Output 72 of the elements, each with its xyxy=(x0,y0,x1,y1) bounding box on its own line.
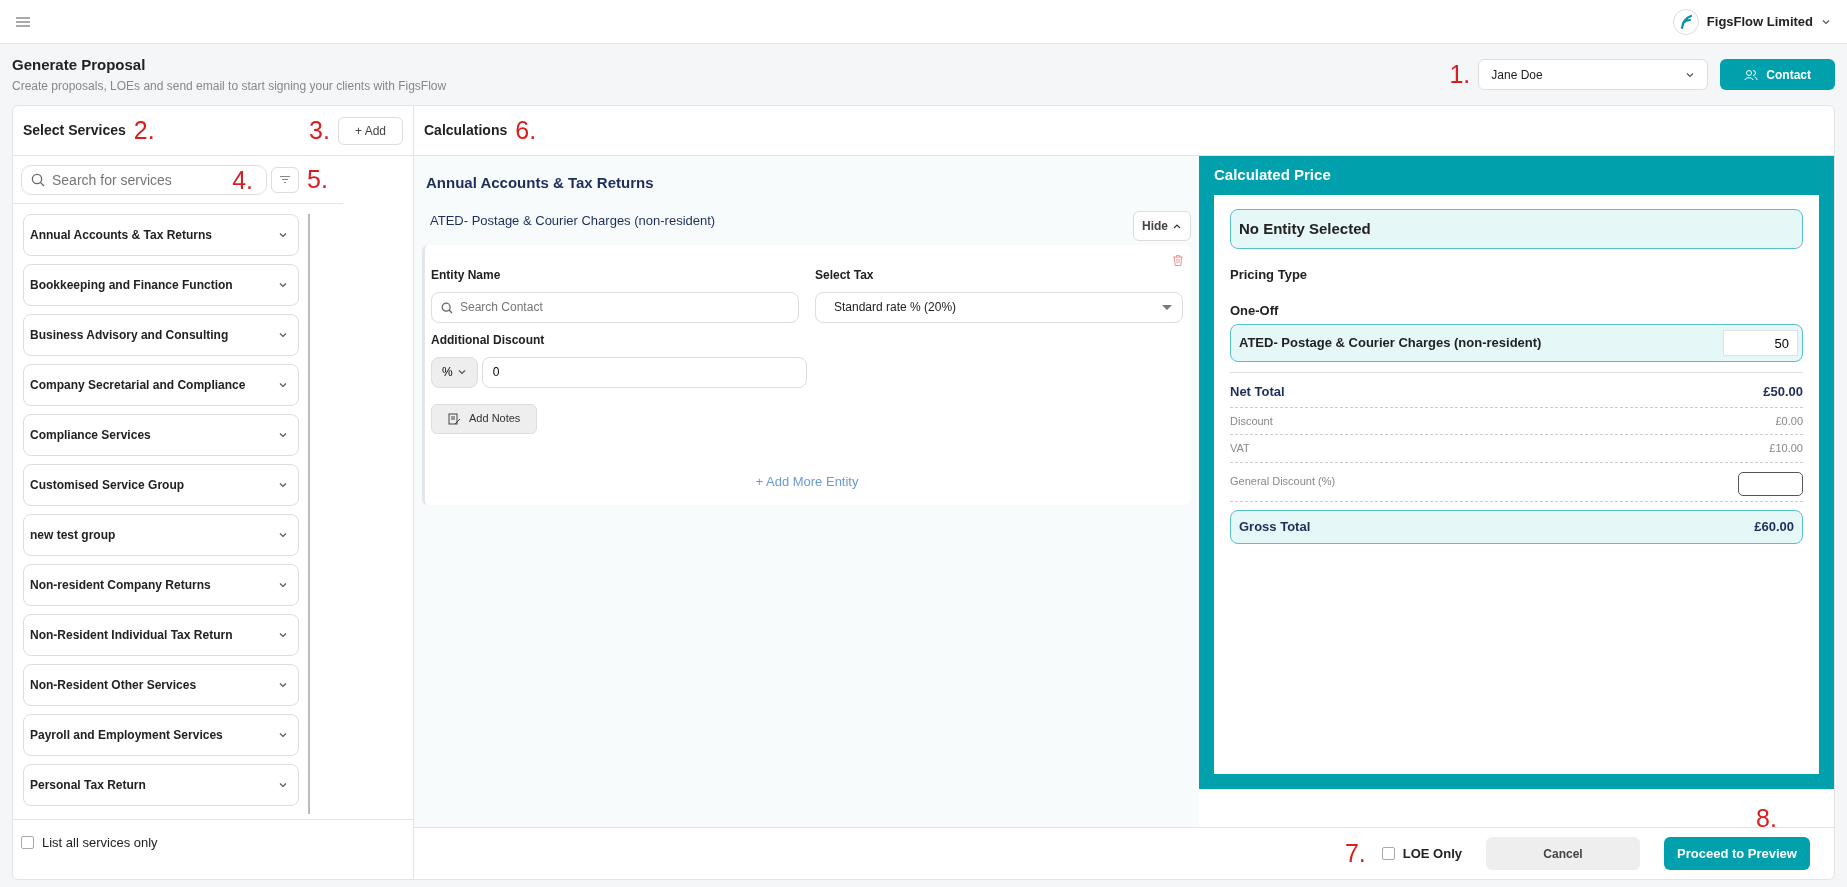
logo-icon xyxy=(1672,8,1699,35)
chevron-down-icon xyxy=(456,367,467,377)
page-subtitle: Create proposals, LOEs and send email to start signing your clients with FigsFlow xyxy=(12,77,447,95)
caret-down-icon xyxy=(1162,304,1172,310)
service-group-item[interactable]: Non-Resident Other Services xyxy=(23,664,299,706)
callout-number: 8. xyxy=(1756,806,1777,831)
total-label: Net Total xyxy=(1230,383,1285,401)
field-label: Select Tax xyxy=(815,266,875,284)
tax-select[interactable]: Standard rate % (20%) xyxy=(815,291,1183,323)
filter-button[interactable] xyxy=(271,166,299,193)
service-group-item[interactable]: Business Advisory and Consulting xyxy=(23,314,299,356)
entity-status: No Entity Selected xyxy=(1230,208,1803,249)
service-group-item[interactable]: Customised Service Group xyxy=(23,464,299,506)
total-value: £50.00 xyxy=(1763,383,1803,401)
menu-icon xyxy=(16,16,30,27)
field-label: General Discount (%) xyxy=(1230,474,1336,490)
callout-number: 6. xyxy=(515,118,537,143)
total-label: Gross Total xyxy=(1239,517,1311,536)
callout-number: 4. xyxy=(232,167,253,193)
page-title: Generate Proposal xyxy=(12,55,147,76)
callout-number: 1. xyxy=(1449,62,1471,87)
panel-title: Select Services xyxy=(23,121,126,140)
service-group-item[interactable]: Personal Tax Return xyxy=(23,764,299,806)
service-group-item[interactable]: new test group xyxy=(23,514,299,556)
checkbox-label: List all services only xyxy=(42,833,158,852)
service-group-item[interactable]: Annual Accounts & Tax Returns xyxy=(23,214,299,256)
people-icon xyxy=(1744,68,1759,81)
service-name: ATED- Postage & Courier Charges (non-resident) xyxy=(1239,334,1542,353)
cancel-button[interactable]: Cancel xyxy=(1486,837,1640,870)
field-label: Pricing Type xyxy=(1230,266,1309,284)
service-group-item[interactable]: Compliance Services xyxy=(23,414,299,456)
unit-dropdown[interactable]: % xyxy=(431,356,478,388)
section-heading: Annual Accounts & Tax Returns xyxy=(426,173,655,193)
amount-label: Discount xyxy=(1230,413,1273,429)
hide-button[interactable]: Hide xyxy=(1133,210,1191,241)
add-notes-button[interactable]: Add Notes xyxy=(431,403,538,434)
trash-icon xyxy=(1173,254,1183,266)
search-icon xyxy=(441,301,453,314)
callout-number: 7. xyxy=(1344,841,1366,866)
search-icon xyxy=(31,172,45,187)
panel-title: Calculations xyxy=(424,121,508,140)
checkbox[interactable] xyxy=(21,836,34,849)
service-group-item[interactable]: Non-resident Company Returns xyxy=(23,564,299,606)
notes-icon xyxy=(448,412,461,425)
menu-button[interactable] xyxy=(16,16,30,27)
contact-select[interactable]: Jane Doe xyxy=(1478,59,1709,90)
add-button[interactable]: + Add xyxy=(337,116,403,145)
delete-button[interactable] xyxy=(1173,254,1183,266)
company-name: FigsFlow Limited xyxy=(1706,12,1813,31)
checkbox[interactable] xyxy=(1381,847,1395,860)
amount-value: £10.00 xyxy=(1769,441,1803,456)
search-contact-field[interactable]: Search Contact xyxy=(431,291,799,323)
price-field[interactable]: 50 xyxy=(1723,330,1798,356)
service-group-item[interactable]: Payroll and Employment Services xyxy=(23,714,299,756)
callout-number: 5. xyxy=(307,167,328,192)
service-group-item[interactable]: Company Secretarial and Compliance xyxy=(23,364,299,406)
panel-heading: Calculated Price xyxy=(1214,165,1332,185)
service-group-item[interactable]: Bookkeeping and Finance Function xyxy=(23,264,299,306)
field-label: Entity Name xyxy=(431,266,502,284)
pricing-type: One-Off xyxy=(1230,301,1280,320)
service-name: ATED- Postage & Courier Charges (non-resident) xyxy=(430,211,716,230)
discount-field[interactable]: 0 xyxy=(481,356,807,388)
filter-icon xyxy=(280,176,290,183)
callout-number: 3. xyxy=(309,118,330,143)
amount-label: VAT xyxy=(1230,441,1250,456)
general-discount-field[interactable] xyxy=(1738,471,1803,496)
callout-number: 2. xyxy=(133,118,155,143)
service-group-item[interactable]: Non-Resident Individual Tax Return xyxy=(23,614,299,656)
field-label: Additional Discount xyxy=(431,331,546,349)
total-value: £60.00 xyxy=(1754,517,1794,536)
checkbox-label: LOE Only xyxy=(1402,844,1462,863)
amount-value: £0.00 xyxy=(1775,413,1803,429)
